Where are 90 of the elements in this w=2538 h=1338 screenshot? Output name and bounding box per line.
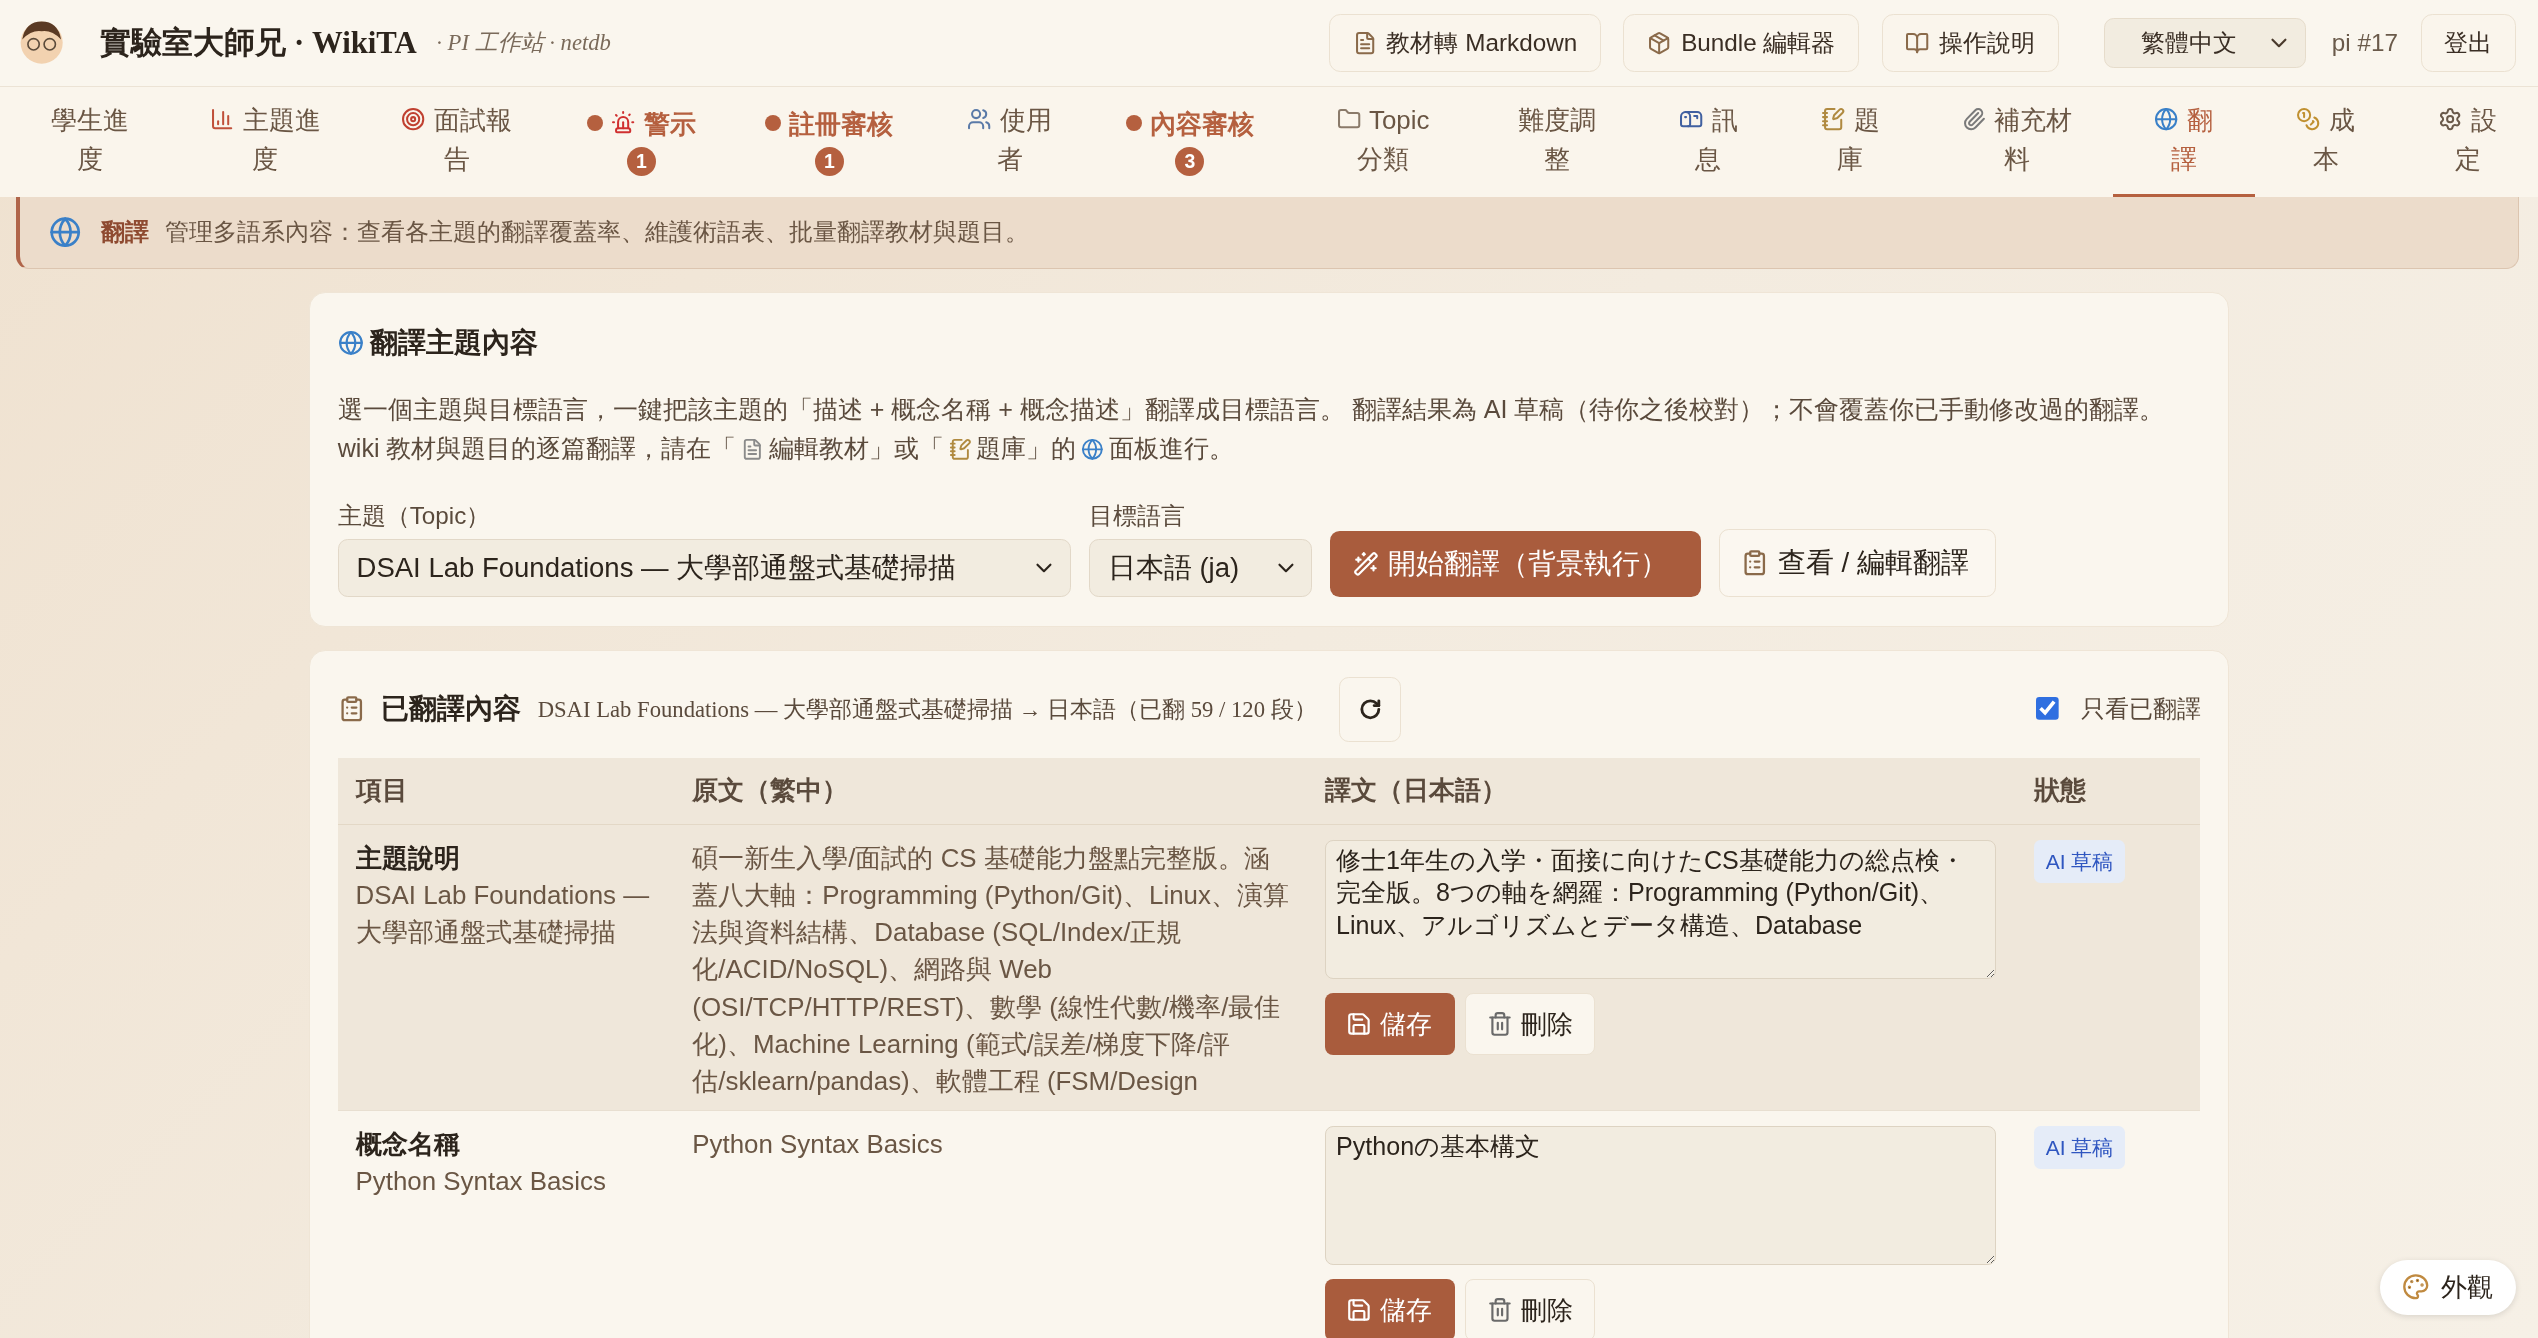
target-icon xyxy=(401,106,426,132)
nav-tab[interactable]: 補充材料 xyxy=(1921,86,2113,197)
avatar-icon xyxy=(19,20,65,66)
user-label: pi #17 xyxy=(2331,28,2398,57)
siren-icon xyxy=(611,110,636,135)
view-translation-button[interactable]: 查看 / 編輯翻譯 xyxy=(1718,529,1996,598)
globe-icon xyxy=(49,216,82,249)
header-button[interactable]: Bundle 編輯器 xyxy=(1623,13,1860,73)
nav-tab[interactable]: 面試報告 xyxy=(361,86,553,197)
field-label: 主題（Topic） xyxy=(337,501,492,532)
nav-tab[interactable]: 使用者 xyxy=(928,86,1091,197)
paperclip-icon xyxy=(1961,106,1987,132)
users-icon xyxy=(967,106,992,132)
description-text: wiki 教材與題目的逐篇翻譯，請在「 xyxy=(337,434,737,463)
app-title: 實驗室大師兄 · WikiTA xyxy=(100,24,417,62)
translation-field[interactable]: 修士1年生の入学・面接に向けたCS基礎能力の総点検・完全版。8つの軸を網羅：Programming (Python/Git)、Linux、アルゴリズムとデータ構造、Database xyxy=(1325,839,1996,979)
alert-dot xyxy=(587,114,604,132)
card-title: 已翻譯內容 xyxy=(381,692,522,727)
save-icon xyxy=(1346,1297,1373,1324)
save-button[interactable]: 儲存 xyxy=(1325,993,1455,1055)
description-text: 面板進行。 xyxy=(1108,434,1234,463)
item-title: 概念名稱 xyxy=(355,1128,460,1160)
globe-icon xyxy=(337,330,364,357)
description-text: 題庫」的 xyxy=(976,434,1077,463)
column-header: 譯文（日本語） xyxy=(1307,757,2017,826)
document-icon xyxy=(741,437,764,461)
start-translation-button[interactable]: 開始翻譯（背景執行） xyxy=(1330,530,1701,598)
column-header: 狀態 xyxy=(2016,757,2200,826)
save-button[interactable]: 儲存 xyxy=(1325,1279,1455,1338)
nav-tab[interactable]: 設定 xyxy=(2396,86,2538,197)
nav-tab[interactable]: 訊息 xyxy=(1637,86,1780,197)
delete-button[interactable]: 刪除 xyxy=(1464,993,1595,1055)
filter-checkbox[interactable] xyxy=(2035,697,2060,722)
nav-tab[interactable]: 題庫 xyxy=(1779,86,1922,197)
alert-dot xyxy=(1125,114,1142,132)
appearance-button[interactable]: 外觀 xyxy=(2379,1259,2516,1315)
status-badge: AI 草稿 xyxy=(2034,839,2125,884)
banner-text: 管理多語系內容：查看各主題的翻譯覆蓋率、維護術語表、批量翻譯教材與題目。 xyxy=(165,217,1030,248)
column-header: 原文（繁中） xyxy=(674,757,1308,826)
status-badge: AI 草稿 xyxy=(2034,1125,2125,1170)
nav-tab[interactable]: 主題進度 xyxy=(169,86,362,197)
description-text: 編輯教材」或「 xyxy=(768,434,944,463)
field-label: 目標語言 xyxy=(1088,501,1186,532)
translation-field[interactable]: Pythonの基本構文 xyxy=(1325,1125,1996,1265)
notebook-icon xyxy=(1821,106,1846,132)
package-icon xyxy=(1647,30,1672,56)
palette-icon xyxy=(2402,1273,2430,1301)
refresh-button[interactable] xyxy=(1339,676,1401,742)
item-title: 主題說明 xyxy=(355,842,460,874)
book-icon xyxy=(1905,30,1930,56)
banner-title: 翻譯 xyxy=(101,217,150,248)
notebook-icon xyxy=(948,437,972,461)
topic-select[interactable]: DSAI Lab Foundations — 大學部通盤式基礎掃描 xyxy=(337,538,1072,598)
trash-icon xyxy=(1486,1297,1513,1324)
column-header: 項目 xyxy=(337,757,675,826)
count-badge: 1 xyxy=(814,146,844,176)
logout-button[interactable]: 登出 xyxy=(2420,13,2516,73)
nav-tab[interactable]: 難度調整 xyxy=(1477,86,1638,197)
alert-dot xyxy=(765,114,782,132)
refresh-icon xyxy=(1358,697,1382,721)
header-button[interactable]: 操作說明 xyxy=(1881,13,2060,73)
nav-tab[interactable]: 警示 1 xyxy=(552,86,731,197)
header-button[interactable]: 教材轉 Markdown xyxy=(1328,13,1601,73)
app-subtitle: · PI 工作站 · netdb xyxy=(436,29,611,58)
globe-icon xyxy=(2154,106,2179,132)
nav-tab[interactable]: 註冊審核 1 xyxy=(730,86,929,197)
globe-icon xyxy=(1081,437,1104,461)
checkbox-label: 只看已翻譯 xyxy=(2080,694,2201,725)
count-badge: 1 xyxy=(626,146,656,176)
delete-button[interactable]: 刪除 xyxy=(1464,1279,1595,1338)
wand-icon xyxy=(1352,551,1379,577)
count-badge: 3 xyxy=(1175,146,1205,176)
original-text: 碩一新生入學/面試的 CS 基礎能力盤點完整版。涵蓋八大軸：Programming (Python/Git)、Linux、演算法與資料結構、Database (SQL/Index/正規化/ACID/NoSQL)、網路與 Web (OSI/TCP/HTTP/REST)、數學 (線性代數/機率/最佳化)、Machine Learning (範式/誤差/梯度下降/評估/sklearn/pandas)、軟體工程 (FSM/Design xyxy=(692,842,1290,1098)
save-icon xyxy=(1346,1011,1373,1038)
settings-icon xyxy=(2438,106,2463,132)
nav-tab[interactable]: 學生進度 xyxy=(9,86,170,197)
description-text: 選一個主題與目標語言，一鍵把該主題的「描述 + 概念名稱 + 概念描述」翻譯成目標語言。 翻譯結果為 AI 草稿（待你之後校對）；不會覆蓋你已手動修改過的翻譯。 xyxy=(337,394,2166,426)
chart-icon xyxy=(210,106,235,132)
trash-icon xyxy=(1486,1011,1513,1038)
language-select[interactable]: 繁體中文 xyxy=(2104,17,2306,69)
item-detail: DSAI Lab Foundations — 大學部通盤式基礎掃描 xyxy=(355,879,651,949)
item-detail: Python Syntax Basics xyxy=(355,1165,606,1197)
card-title: 翻譯主題內容 xyxy=(370,326,539,361)
card-subtitle: DSAI Lab Foundations — 大學部通盤式基礎掃描 → 日本語（已翻 59 / 120 段） xyxy=(537,695,1317,724)
nav-tab[interactable]: 內容審核 3 xyxy=(1090,86,1289,197)
original-text: Python Syntax Basics xyxy=(692,1128,943,1160)
language-select[interactable]: 日本語 (ja) xyxy=(1088,538,1313,598)
coins-icon xyxy=(2296,106,2321,132)
nav-tab[interactable]: 成本 xyxy=(2254,86,2397,197)
nav-tab[interactable]: Topic 分類 xyxy=(1288,86,1478,197)
